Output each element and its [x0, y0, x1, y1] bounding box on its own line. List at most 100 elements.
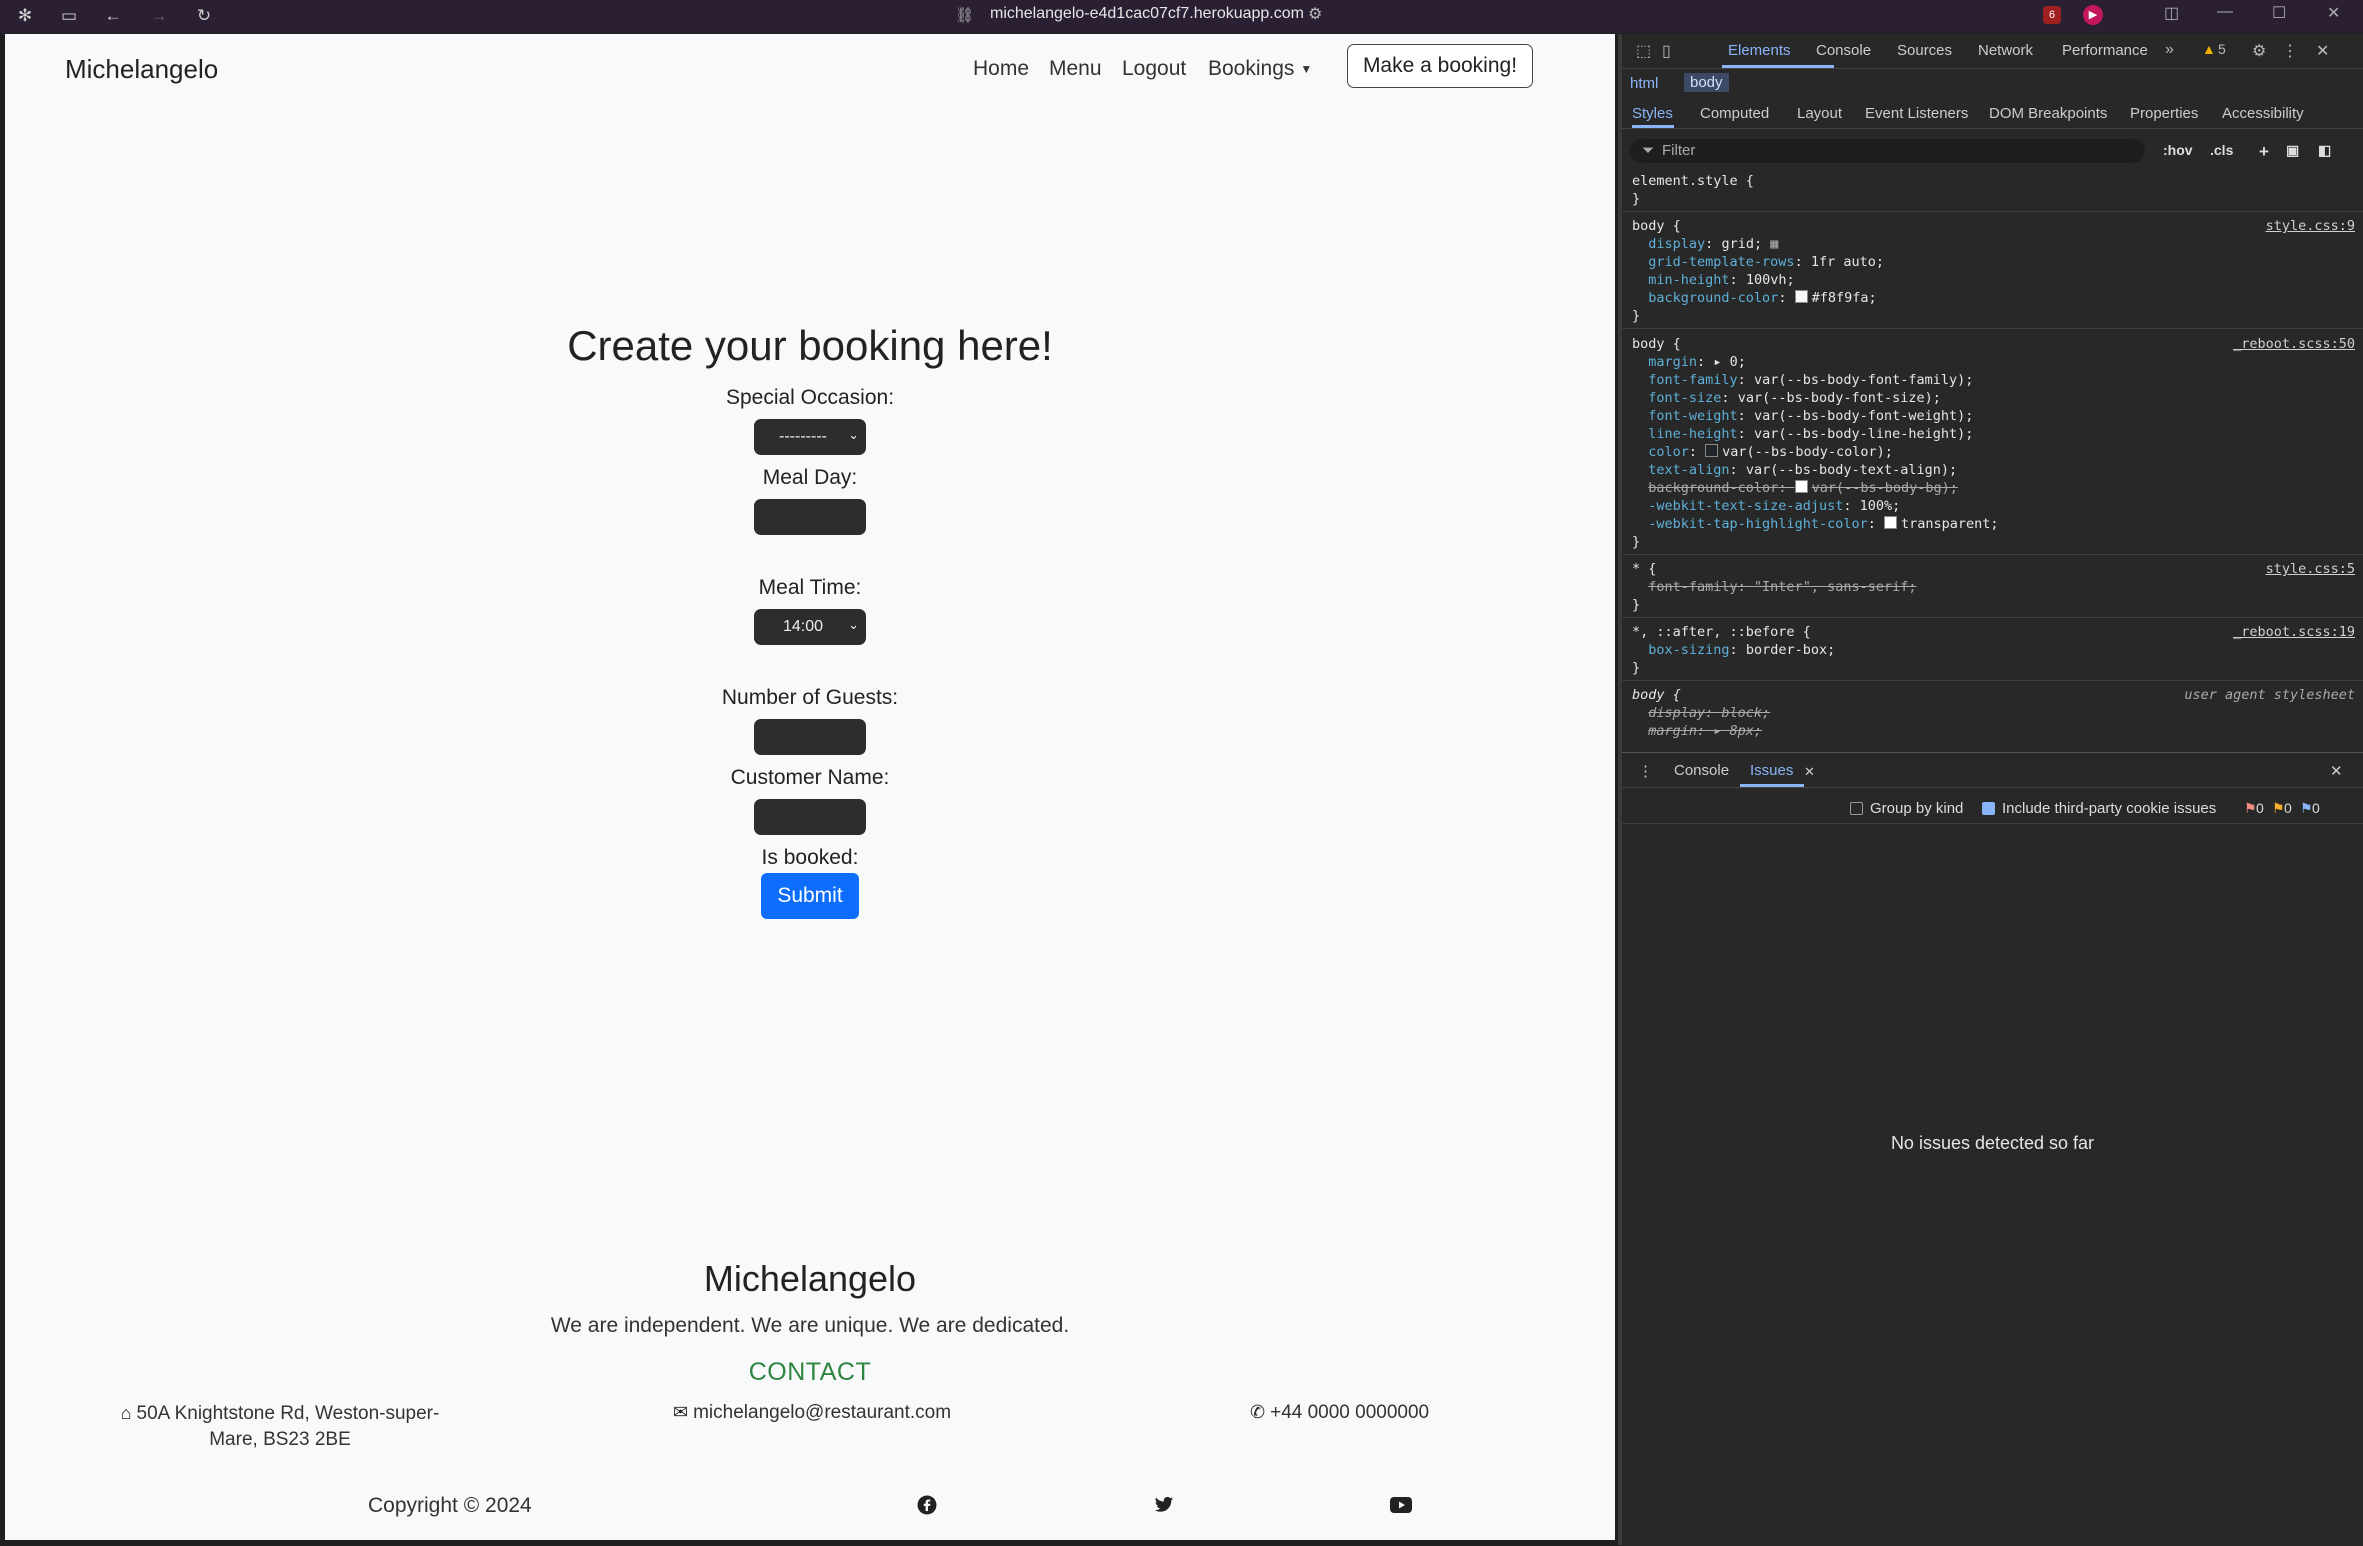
css-declaration[interactable]: box-sizing: border-box;	[1632, 642, 1835, 658]
rule-divider	[1622, 554, 2363, 555]
subtab-layout[interactable]: Layout	[1797, 105, 1842, 122]
site-brand[interactable]: Michelangelo	[65, 54, 218, 85]
new-rule-icon[interactable]: +	[2259, 142, 2269, 162]
breadcrumb-body[interactable]: body	[1684, 73, 1729, 92]
close-window-icon[interactable]: ✕	[2327, 3, 2340, 23]
no-issues-message: No issues detected so far	[1890, 1133, 2095, 1153]
css-declaration-overridden[interactable]: font-family: "Inter", sans-serif;	[1632, 579, 1916, 595]
css-declaration[interactable]: background-color: #f8f9fa;	[1632, 290, 1877, 306]
rule-divider	[1622, 617, 2363, 618]
meal-day-label: Meal Day:	[762, 466, 858, 489]
subtab-accessibility[interactable]: Accessibility	[2222, 105, 2304, 122]
minimize-icon[interactable]: —	[2217, 3, 2233, 21]
css-declaration[interactable]: font-family: var(--bs-body-font-family);	[1632, 372, 1973, 388]
drawer-menu-icon[interactable]: ⋮	[1638, 762, 1653, 780]
subtab-computed[interactable]: Computed	[1700, 105, 1769, 122]
close-issues-tab-icon[interactable]: ✕	[1804, 764, 1815, 780]
copyright: Copyright © 2024	[368, 1494, 532, 1517]
kebab-menu-icon[interactable]: ⋮	[2282, 41, 2298, 61]
css-declaration[interactable]: color: var(--bs-body-color);	[1632, 444, 1893, 460]
forward-icon[interactable]: →	[148, 5, 170, 27]
ublock-extension-icon[interactable]: 6	[2043, 6, 2061, 24]
rule-source-link[interactable]: style.css:9	[2266, 218, 2355, 234]
split-view-icon[interactable]: ◫	[2164, 3, 2179, 23]
color-swatch[interactable]	[1705, 444, 1719, 457]
drawer-tab-console[interactable]: Console	[1674, 762, 1729, 779]
css-declaration[interactable]: -webkit-tap-highlight-color: transparent…	[1632, 516, 1999, 532]
css-declaration[interactable]: text-align: var(--bs-body-text-align);	[1632, 462, 1957, 478]
color-format-icon[interactable]: ▣	[2286, 142, 2299, 159]
inspect-element-icon[interactable]: ⬚	[1636, 41, 1651, 61]
nav-home[interactable]: Home	[973, 57, 1029, 81]
css-declaration-overridden[interactable]: background-color: var(--bs-body-bg);	[1632, 480, 1958, 496]
tab-performance[interactable]: Performance	[2062, 42, 2148, 59]
twitter-icon[interactable]	[1153, 1494, 1175, 1516]
breadcrumb-html[interactable]: html	[1630, 75, 1658, 92]
css-declaration[interactable]: min-height: 100vh;	[1632, 272, 1794, 288]
submit-button[interactable]: Submit	[761, 873, 859, 919]
third-party-cookie-label: Include third-party cookie issues	[2002, 800, 2217, 817]
third-party-cookie-checkbox[interactable]	[1982, 802, 1995, 815]
device-toolbar-icon[interactable]: ▯	[1662, 41, 1671, 61]
nav-menu[interactable]: Menu	[1049, 57, 1102, 81]
tab-elements[interactable]: Elements	[1728, 42, 1791, 59]
subtab-event-listeners[interactable]: Event Listeners	[1865, 105, 1968, 122]
rule-source-link[interactable]: _reboot.scss:50	[2233, 336, 2355, 352]
facebook-icon[interactable]	[916, 1494, 938, 1516]
settings-gear-icon[interactable]: ⚙	[2252, 41, 2266, 61]
rule-source-link[interactable]: style.css:5	[2266, 561, 2355, 577]
address-line-2: Mare, BS23 2BE	[209, 1429, 351, 1450]
footer-email[interactable]: ✉ michelangelo@restaurant.com	[673, 1402, 951, 1424]
drawer-tab-issues[interactable]: Issues	[1750, 762, 1793, 779]
guests-input[interactable]	[754, 719, 866, 755]
subtab-styles[interactable]: Styles	[1632, 105, 1673, 122]
address-bar[interactable]: michelangelo-e4d1cac07cf7.herokuapp.com	[990, 5, 1304, 23]
nav-bookings-dropdown[interactable]: Bookings ▼	[1208, 57, 1312, 81]
css-declaration[interactable]: font-weight: var(--bs-body-font-weight);	[1632, 408, 1973, 424]
warning-icon[interactable]: ▲	[2202, 41, 2216, 57]
css-declaration[interactable]: margin: ▸ 0;	[1632, 354, 1746, 370]
more-tabs-icon[interactable]: »	[2165, 41, 2174, 59]
close-drawer-icon[interactable]: ✕	[2330, 762, 2343, 780]
cls-toggle[interactable]: .cls	[2210, 142, 2233, 158]
group-by-kind-checkbox[interactable]	[1850, 802, 1863, 815]
make-booking-button[interactable]: Make a booking!	[1347, 44, 1533, 88]
grid-editor-icon[interactable]: ▦	[1770, 236, 1778, 252]
subtab-dom-breakpoints[interactable]: DOM Breakpoints	[1989, 105, 2107, 122]
youtube-icon[interactable]	[1390, 1494, 1412, 1516]
maximize-icon[interactable]: ☐	[2272, 3, 2286, 23]
styles-filter-input[interactable]: ⏷ Filter	[1630, 139, 2145, 163]
meal-time-select[interactable]: 14:00 ⌄	[754, 609, 866, 645]
subtab-properties[interactable]: Properties	[2130, 105, 2198, 122]
meal-day-input[interactable]	[754, 499, 866, 535]
css-declaration-overridden[interactable]: margin: ▸ 8px;	[1632, 723, 1762, 739]
css-declaration[interactable]: grid-template-rows: 1fr auto;	[1632, 254, 1884, 270]
reload-icon[interactable]: ↻	[193, 5, 215, 27]
site-settings-icon[interactable]: ⚙	[1308, 4, 1322, 24]
phone-icon: ✆	[1250, 1402, 1266, 1422]
hov-toggle[interactable]: :hov	[2163, 142, 2193, 158]
rule-close: }	[1632, 534, 1641, 550]
css-declaration[interactable]: -webkit-text-size-adjust: 100%;	[1632, 498, 1900, 514]
color-swatch[interactable]	[1883, 516, 1897, 529]
back-icon[interactable]: ←	[102, 5, 124, 27]
css-declaration-overridden[interactable]: display: block;	[1632, 705, 1770, 721]
nav-logout[interactable]: Logout	[1122, 57, 1186, 81]
css-declaration[interactable]: line-height: var(--bs-body-line-height);	[1632, 426, 1973, 442]
css-declaration[interactable]: display: grid; ▦	[1632, 236, 1778, 252]
close-devtools-icon[interactable]: ✕	[2316, 41, 2329, 61]
sidebar-toggle-icon[interactable]: ▭	[58, 5, 80, 27]
record-extension-icon[interactable]: ▶	[2083, 5, 2103, 25]
color-swatch[interactable]	[1794, 290, 1808, 303]
tab-network[interactable]: Network	[1978, 42, 2033, 59]
tab-console[interactable]: Console	[1816, 42, 1871, 59]
sidebar-pane-icon[interactable]: ◧	[2318, 142, 2331, 159]
occasion-select[interactable]: --------- ⌄	[754, 419, 866, 455]
customer-name-input[interactable]	[754, 799, 866, 835]
footer-phone[interactable]: ✆ +44 0000 0000000	[1250, 1402, 1429, 1424]
css-declaration[interactable]: font-size: var(--bs-body-font-size);	[1632, 390, 1941, 406]
tab-sources[interactable]: Sources	[1897, 42, 1952, 59]
rule-source-link[interactable]: _reboot.scss:19	[2233, 624, 2355, 640]
browser-logo-icon[interactable]: ✻	[14, 5, 36, 27]
warning-count[interactable]: 5	[2218, 41, 2226, 57]
